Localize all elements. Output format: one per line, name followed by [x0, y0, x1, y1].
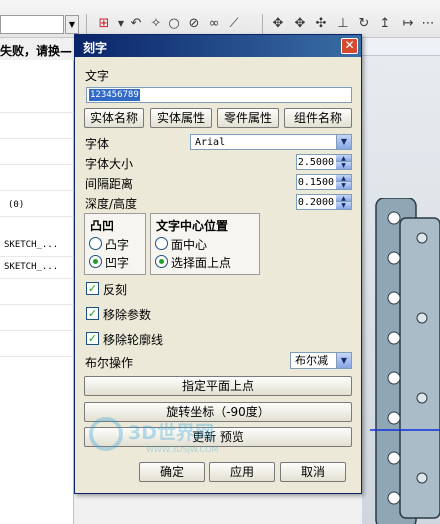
- entity-name-button[interactable]: 实体名称: [84, 108, 144, 128]
- line-icon[interactable]: ⟋: [226, 16, 242, 32]
- divider: [0, 330, 74, 331]
- toolbar-combo[interactable]: [0, 15, 64, 34]
- depth-label: 深度/高度: [85, 197, 138, 211]
- watermark-brand: 3D世界网: [128, 422, 214, 444]
- specify-plane-point-button[interactable]: 指定平面上点: [84, 376, 352, 396]
- move-icon[interactable]: ✥: [270, 16, 286, 32]
- rotate-left-icon[interactable]: ↶: [128, 16, 144, 32]
- arrow-icon[interactable]: ↥: [377, 16, 393, 32]
- spacing-value: 0.1500: [297, 177, 334, 188]
- checkbox-reverse[interactable]: ✓: [86, 282, 99, 295]
- emboss-group: 凸凹 凸字 凹字: [84, 213, 146, 275]
- divider: [0, 216, 74, 217]
- apply-button[interactable]: 应用: [209, 462, 275, 482]
- boolean-select-value: 布尔减: [295, 354, 328, 367]
- component-name-button[interactable]: 组件名称: [284, 108, 352, 128]
- text-center-group-title: 文字中心位置: [156, 219, 229, 233]
- divider: [0, 256, 74, 257]
- font-size-value: 2.5000: [297, 157, 334, 168]
- radio-raised-circle[interactable]: [89, 237, 102, 250]
- increment-icon[interactable]: ▲: [336, 195, 351, 202]
- divider: [0, 278, 74, 279]
- grid-icon[interactable]: ⋯: [420, 16, 436, 32]
- checkbox-remove-outline[interactable]: ✓: [86, 332, 99, 345]
- radio-face-center-circle[interactable]: [155, 237, 168, 250]
- divider: [0, 138, 74, 139]
- graphics-window[interactable]: [362, 38, 440, 524]
- divider: [0, 304, 74, 305]
- cad-model[interactable]: [370, 198, 440, 524]
- radio-point-on-face-label: 选择面上点: [171, 256, 232, 270]
- dialog-title: 刻字: [83, 41, 108, 55]
- main-toolbar: ▼ ⊞ ▼ ↶ ✧ ○ ⊘ ∞ ⟋ ✥ ✥ ✣ ⊥ ↻ ↥ ↦ ⋯: [0, 0, 440, 38]
- pan-icon[interactable]: ✣: [313, 16, 329, 32]
- check-remove-params-label: 移除参数: [103, 308, 152, 322]
- toolbar-separator: [86, 14, 87, 34]
- font-size-stepper[interactable]: 2.5000 ▲ ▼: [296, 154, 352, 170]
- divider: [0, 190, 74, 191]
- circle-icon[interactable]: ○: [166, 16, 182, 32]
- close-button[interactable]: ✕: [341, 38, 358, 54]
- font-size-label: 字体大小: [85, 157, 134, 171]
- increment-icon[interactable]: ▲: [336, 155, 351, 162]
- ok-button[interactable]: 确定: [139, 462, 205, 482]
- graphics-header: [362, 38, 440, 56]
- text-input[interactable]: 123456789: [86, 87, 352, 103]
- decrement-icon[interactable]: ▼: [336, 162, 351, 169]
- link-icon[interactable]: ∞: [206, 16, 222, 32]
- decrement-icon[interactable]: ▼: [336, 202, 351, 209]
- boolean-select[interactable]: 布尔减 ▼: [290, 352, 352, 369]
- font-select[interactable]: Arial ▼: [190, 134, 352, 150]
- depth-value: 0.2000: [297, 197, 334, 208]
- divider: [0, 356, 74, 357]
- navigator-row[interactable]: SKETCH_...: [4, 240, 58, 250]
- spacing-label: 间隔距离: [85, 177, 134, 191]
- text-input-value: 123456789: [89, 89, 140, 101]
- text-label: 文字: [85, 69, 110, 83]
- decrement-icon[interactable]: ▼: [336, 182, 351, 189]
- close-icon: ✕: [344, 38, 355, 52]
- entity-attribute-button[interactable]: 实体属性: [150, 108, 212, 128]
- chevron-down-icon[interactable]: ▼: [65, 15, 79, 34]
- depth-stepper[interactable]: 0.2000 ▲ ▼: [296, 194, 352, 210]
- divider: [0, 164, 74, 165]
- chevron-down-icon[interactable]: ▼: [336, 135, 351, 149]
- font-label: 字体: [85, 137, 110, 151]
- chevron-down-icon[interactable]: ▼: [113, 16, 129, 32]
- move-icon[interactable]: ✥: [292, 16, 308, 32]
- radio-raised-label: 凸字: [105, 238, 130, 252]
- radio-face-center-label: 面中心: [171, 238, 208, 252]
- radio-engraved-label: 凹字: [105, 256, 130, 270]
- dialog-titlebar[interactable]: 刻字 ✕: [75, 35, 361, 57]
- radio-point-on-face-circle[interactable]: [155, 255, 168, 268]
- chevron-down-icon[interactable]: ▼: [336, 353, 351, 368]
- axis-icon[interactable]: ⊥: [335, 16, 351, 32]
- check-reverse-label: 反刻: [103, 283, 128, 297]
- part-navigator: (0) SKETCH_... SKETCH_...: [0, 60, 74, 524]
- navigator-row[interactable]: SKETCH_...: [4, 262, 58, 272]
- filter-icon[interactable]: ⊘: [186, 16, 202, 32]
- font-select-value: Arial: [195, 137, 226, 148]
- boolean-label: 布尔操作: [85, 356, 134, 370]
- check-remove-outline-label: 移除轮廓线: [103, 333, 164, 347]
- select-icon[interactable]: ✧: [148, 16, 164, 32]
- checkbox-remove-params[interactable]: ✓: [86, 307, 99, 320]
- snap-point-icon[interactable]: ⊞: [96, 16, 112, 32]
- toolbar-separator: [262, 14, 263, 34]
- divider: [0, 112, 74, 113]
- arrow-icon[interactable]: ↦: [400, 16, 416, 32]
- text-center-group: 文字中心位置 面中心 选择面上点: [150, 213, 260, 275]
- watermark-url: WWW.3DSJW.COM: [146, 445, 218, 454]
- spacing-stepper[interactable]: 0.1500 ▲ ▼: [296, 174, 352, 190]
- part-attribute-button[interactable]: 零件属性: [217, 108, 279, 128]
- cancel-button[interactable]: 取消: [280, 462, 346, 482]
- increment-icon[interactable]: ▲: [336, 175, 351, 182]
- navigator-row[interactable]: (0): [8, 200, 24, 210]
- watermark-logo: 3D世界网 WWW.3DSJW.COM: [89, 417, 218, 454]
- rotate-icon[interactable]: ↻: [356, 16, 372, 32]
- radio-engraved-circle[interactable]: [89, 255, 102, 268]
- emboss-group-title: 凸凹: [90, 219, 115, 233]
